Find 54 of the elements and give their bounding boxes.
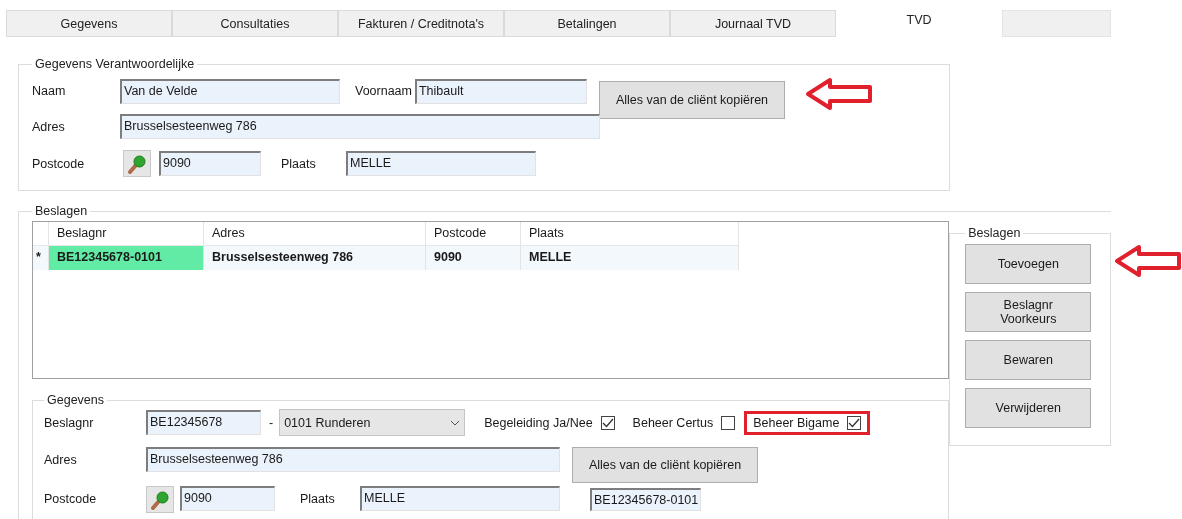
checkbox-label: Begeleiding Ja/Nee xyxy=(484,415,593,430)
input-field[interactable]: BE12345678-0101 xyxy=(590,488,702,511)
checkbox-label: Beheer Bigame xyxy=(753,415,840,430)
action-button[interactable]: Verwijderen xyxy=(965,388,1092,428)
input-field[interactable]: Thibault xyxy=(415,79,587,104)
table-cell[interactable]: MELLE xyxy=(521,246,739,270)
tab[interactable]: Consultaties xyxy=(172,10,338,37)
input-field[interactable]: Van de Velde xyxy=(120,79,340,104)
input-field[interactable]: 9090 xyxy=(159,151,261,176)
dropdown[interactable]: 0101 Runderen xyxy=(279,409,466,436)
annotation-arrow xyxy=(1114,244,1182,278)
checkbox-label: Beheer Certus xyxy=(632,415,714,430)
tab[interactable]: Betalingen xyxy=(504,10,670,37)
caret-icon xyxy=(450,419,461,426)
field-label: Naam xyxy=(32,84,67,98)
field-label: Postcode xyxy=(32,156,86,171)
annotation-arrow xyxy=(805,77,873,111)
search-button[interactable] xyxy=(123,150,151,177)
field-label: Postcode xyxy=(44,492,98,506)
field-label: Beslagnr xyxy=(44,415,95,430)
group-title: Beslagen xyxy=(967,226,1022,240)
field-label: Plaats xyxy=(281,156,317,171)
field-label: Voornaam xyxy=(355,84,412,98)
field-label: Plaats xyxy=(300,492,336,506)
action-button[interactable]: Beslagnr Voorkeurs xyxy=(965,292,1092,332)
tab[interactable]: Journaal TVD xyxy=(670,10,836,37)
group-title: Gegevens Verantwoordelijke xyxy=(34,57,196,71)
table-cell[interactable]: Brusselsesteenweg 786 xyxy=(204,246,426,270)
input-field[interactable]: MELLE xyxy=(346,151,536,176)
table-cell[interactable]: 9090 xyxy=(426,246,521,270)
checkbox[interactable] xyxy=(721,415,736,430)
field-label: Adres xyxy=(32,119,66,134)
action-button[interactable]: Bewaren xyxy=(965,340,1092,380)
magnifier-icon xyxy=(150,489,170,510)
copy-button[interactable]: Alles van de cliënt kopiëren xyxy=(572,447,758,483)
checkbox[interactable] xyxy=(847,415,862,430)
search-button[interactable] xyxy=(146,486,174,513)
tab[interactable]: Gegevens xyxy=(6,10,172,37)
action-button[interactable]: Toevoegen xyxy=(965,244,1092,284)
input-field[interactable]: Brusselsesteenweg 786 xyxy=(146,447,560,472)
group-title: Gegevens xyxy=(46,393,105,407)
input-field[interactable]: MELLE xyxy=(360,486,560,511)
row-marker: * xyxy=(33,246,49,270)
input-field[interactable]: 9090 xyxy=(180,486,275,511)
group-title: Beslagen xyxy=(34,204,89,218)
field-label: Adres xyxy=(44,453,78,467)
input-field[interactable]: BE12345678 xyxy=(146,410,261,435)
copy-button[interactable]: Alles van de cliënt kopiëren xyxy=(599,81,785,119)
magnifier-icon xyxy=(127,153,147,174)
table-cell[interactable]: BE12345678-0101 xyxy=(49,246,204,270)
separator-text: - xyxy=(269,415,274,430)
checkbox[interactable] xyxy=(600,415,615,430)
tab[interactable]: Fakturen / Creditnota's xyxy=(338,10,504,37)
input-field[interactable]: Brusselsesteenweg 786 xyxy=(120,114,600,139)
